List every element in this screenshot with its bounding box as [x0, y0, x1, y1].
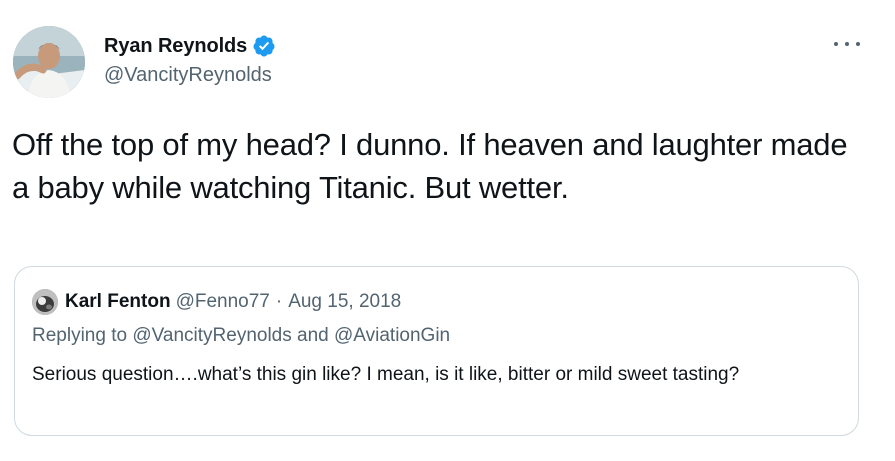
more-dot [856, 42, 860, 46]
reply-prefix: Replying to [32, 325, 133, 346]
more-dot [834, 42, 838, 46]
quoted-tweet-header: Karl Fenton @Fenno77 · Aug 15, 2018 [32, 289, 401, 315]
tweet-card: Ryan Reynolds @VancityReynolds Off the t… [0, 0, 895, 461]
profile-photo-icon [13, 26, 85, 98]
quoted-author-avatar[interactable] [32, 289, 58, 315]
reply-mention-vancityreynolds: @VancityReynolds [132, 325, 292, 346]
reply-mention-aviationgin: @AviationGin [334, 325, 451, 346]
quoted-author-handle: @Fenno77 [175, 291, 270, 312]
more-dot [845, 42, 849, 46]
author-handle[interactable]: @VancityReynolds [104, 64, 272, 87]
tweet-text: Off the top of my head? I dunno. If heav… [12, 127, 848, 205]
quoted-tweet[interactable]: Karl Fenton @Fenno77 · Aug 15, 2018 Repl… [14, 266, 859, 436]
quoted-reply-line: Replying to @VancityReynolds and @Aviati… [32, 325, 450, 347]
author-name-row: Ryan Reynolds [104, 34, 276, 58]
more-horizontal-icon[interactable] [834, 36, 860, 52]
verified-badge-icon [252, 34, 276, 58]
quoted-author-display-name: Karl Fenton [65, 291, 171, 312]
quoted-date: Aug 15, 2018 [288, 291, 402, 312]
author-display-name[interactable]: Ryan Reynolds [104, 35, 247, 58]
reply-and: and [291, 325, 335, 346]
quoted-profile-photo-icon [32, 289, 58, 315]
quoted-tweet-text: Serious question….what’s this gin like? … [32, 364, 740, 385]
author-avatar[interactable] [13, 26, 85, 98]
quoted-separator: · [275, 291, 283, 312]
